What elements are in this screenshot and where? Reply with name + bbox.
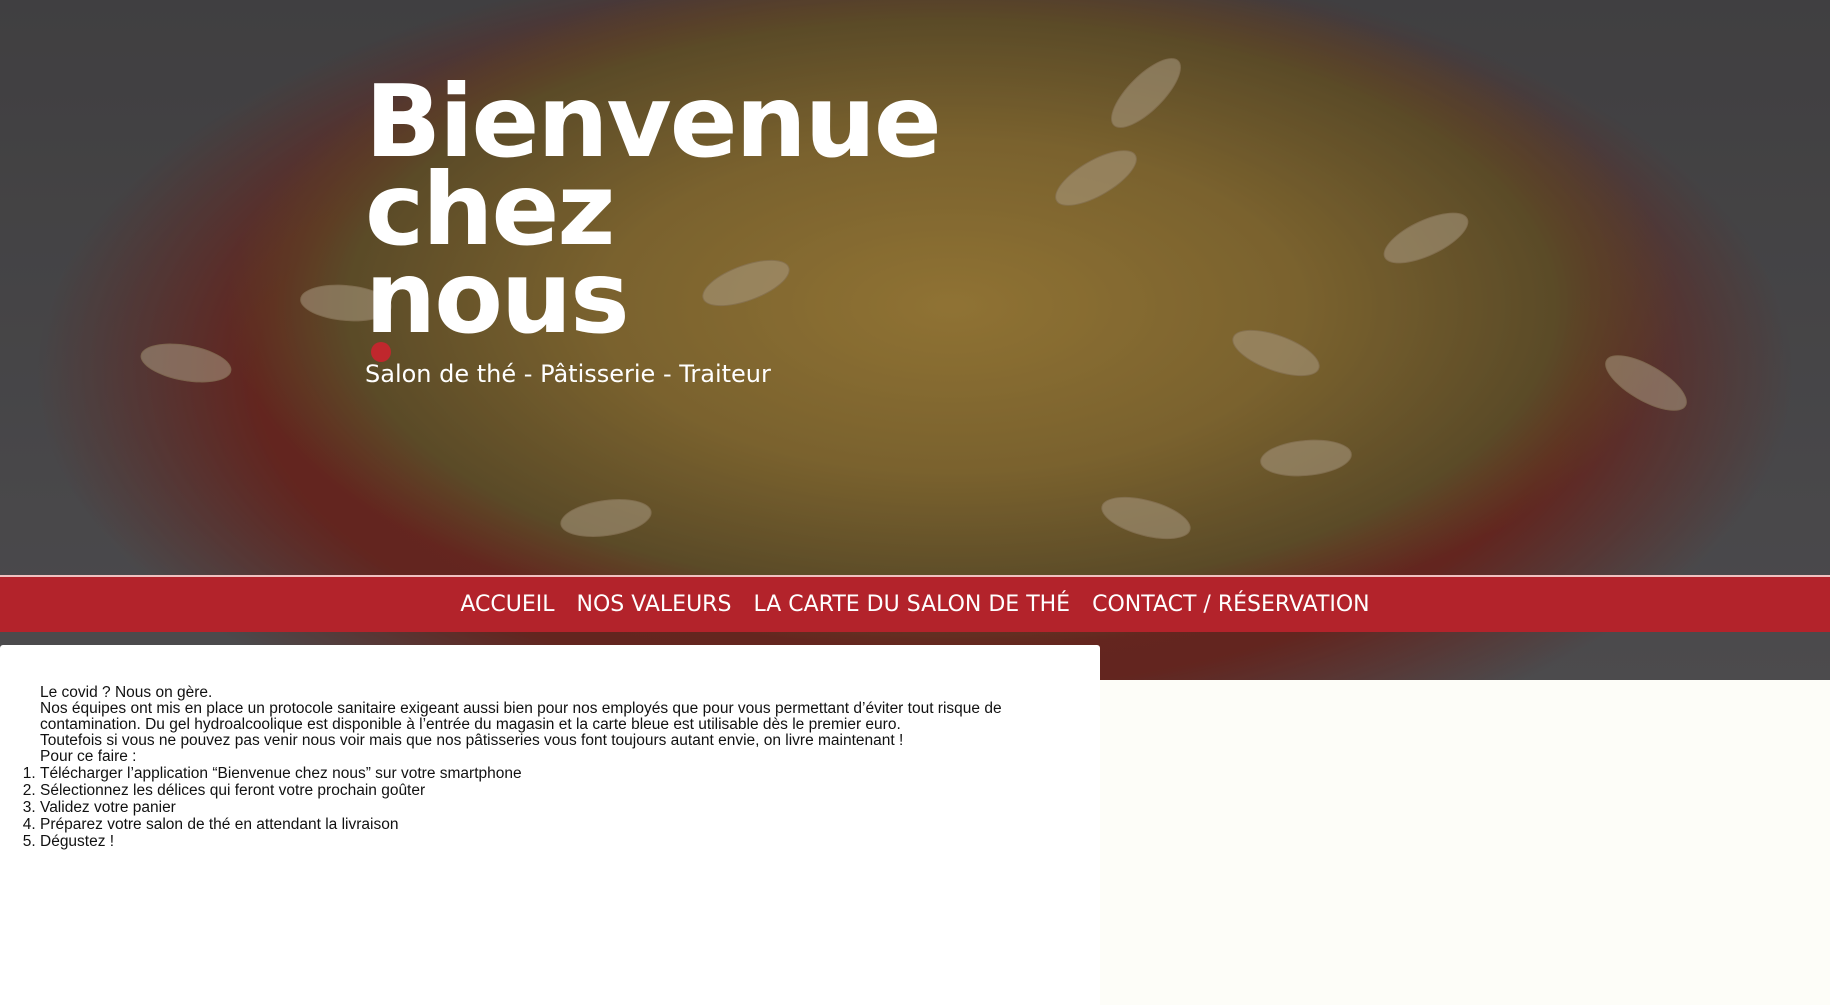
covid-heading: Le covid ? Nous on gère. (40, 684, 213, 701)
main-navigation: ACCUEIL NOS VALEURS LA CARTE DU SALON DE… (0, 575, 1830, 632)
covid-info-text: Le covid ? Nous on gère. Nos équipes ont… (40, 684, 1060, 851)
covid-protocol-text: Nos équipes ont mis en place un protocol… (40, 700, 1002, 733)
list-item: Sélectionnez les délices qui feront votr… (40, 782, 1060, 799)
list-item: Dégustez ! (40, 833, 1060, 850)
page-title: Bienvenue chez nous (365, 72, 942, 362)
nav-item-contact-reservation[interactable]: CONTACT / RÉSERVATION (1092, 592, 1370, 617)
covid-info-panel: Le covid ? Nous on gère. Nos équipes ont… (0, 645, 1100, 1005)
list-item: Préparez votre salon de thé en attendant… (40, 816, 1060, 833)
delivery-steps-list: Télécharger l’application “Bienvenue che… (40, 765, 1060, 850)
list-item: Validez votre panier (40, 799, 1060, 816)
delivery-text: Toutefois si vous ne pouvez pas venir no… (40, 732, 904, 749)
title-line: nous (365, 239, 630, 356)
hero-subtitle: Salon de thé - Pâtisserie - Traiteur (365, 360, 771, 388)
steps-intro: Pour ce faire : (40, 748, 137, 765)
list-item: Télécharger l’application “Bienvenue che… (40, 765, 1060, 782)
title-line-with-dot: nous (365, 248, 940, 362)
nav-item-carte-salon[interactable]: LA CARTE DU SALON DE THÉ (753, 592, 1070, 617)
nav-item-accueil[interactable]: ACCUEIL (460, 592, 554, 617)
nav-item-nos-valeurs[interactable]: NOS VALEURS (577, 592, 732, 617)
